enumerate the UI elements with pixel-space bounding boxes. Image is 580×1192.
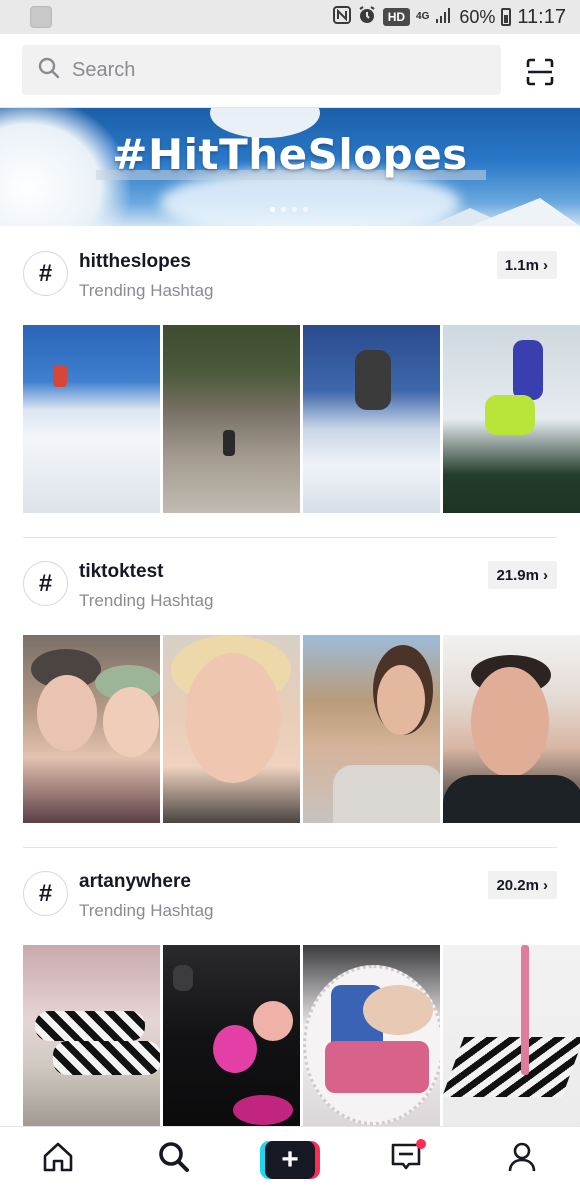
banner-pagination <box>270 207 308 212</box>
profile-icon <box>504 1139 540 1180</box>
pagination-dot <box>270 207 275 212</box>
hashtag-icon: # <box>23 871 68 916</box>
battery-percent: 60% <box>459 6 496 27</box>
chevron-right-icon: › <box>543 876 548 894</box>
hashtag-section: # tiktoktest Trending Hashtag 21.9m › <box>0 537 580 823</box>
hashtag-header[interactable]: # tiktoktest Trending Hashtag 21.9m › <box>0 537 580 635</box>
pagination-dot <box>292 207 297 212</box>
hashtag-header[interactable]: # artanywhere Trending Hashtag 20.2m › <box>0 847 580 945</box>
video-thumbnail[interactable] <box>303 945 440 1133</box>
clock: 11:17 <box>517 5 566 28</box>
search-icon <box>38 57 72 84</box>
video-thumbnails <box>0 325 580 513</box>
search-icon <box>156 1139 192 1180</box>
video-thumbnail[interactable] <box>163 635 300 823</box>
scan-icon <box>522 58 558 94</box>
scan-button[interactable] <box>522 54 558 90</box>
nav-discover[interactable] <box>144 1130 204 1190</box>
video-thumbnail[interactable] <box>443 635 580 823</box>
create-button[interactable]: + <box>260 1140 320 1179</box>
video-thumbnail[interactable] <box>23 325 160 513</box>
banner-title: #HitTheSlopes <box>112 130 468 179</box>
nav-home[interactable] <box>28 1130 88 1190</box>
hashtag-subtitle: Trending Hashtag <box>79 281 214 300</box>
hashtag-name: tiktoktest <box>79 561 164 582</box>
plus-icon: + <box>265 1140 315 1179</box>
chevron-right-icon: › <box>543 256 548 274</box>
view-count-badge[interactable]: 21.9m › <box>488 561 557 589</box>
nav-profile[interactable] <box>492 1130 552 1190</box>
hashtag-subtitle: Trending Hashtag <box>79 591 214 610</box>
hashtag-subtitle: Trending Hashtag <box>79 901 214 920</box>
nav-inbox[interactable] <box>376 1130 436 1190</box>
video-thumbnail[interactable] <box>443 945 580 1133</box>
view-count: 21.9m <box>496 566 539 584</box>
search-header <box>0 34 580 108</box>
featured-banner[interactable]: #HitTheSlopes <box>0 108 580 226</box>
video-thumbnail[interactable] <box>163 325 300 513</box>
notification-dot <box>416 1138 426 1149</box>
video-thumbnail[interactable] <box>443 325 580 513</box>
hashtag-section: # hittheslopes Trending Hashtag 1.1m › <box>0 227 580 513</box>
video-thumbnail[interactable] <box>303 635 440 823</box>
view-count-badge[interactable]: 1.1m › <box>496 251 557 279</box>
video-thumbnail[interactable] <box>23 945 160 1133</box>
view-count-badge[interactable]: 20.2m › <box>488 871 557 899</box>
video-thumbnail[interactable] <box>23 635 160 823</box>
view-count: 20.2m <box>496 876 539 894</box>
video-thumbnail[interactable] <box>163 945 300 1133</box>
video-thumbnail[interactable] <box>303 325 440 513</box>
bottom-navigation: + <box>0 1126 580 1192</box>
view-count: 1.1m <box>504 256 539 274</box>
nav-create[interactable]: + <box>260 1130 320 1190</box>
pagination-dot <box>281 207 286 212</box>
home-icon <box>40 1139 76 1180</box>
chevron-right-icon: › <box>543 566 548 584</box>
network-type: 4G <box>416 11 430 22</box>
hd-badge: HD <box>382 8 411 26</box>
search-input[interactable] <box>72 58 452 82</box>
video-thumbnails <box>0 945 580 1133</box>
search-bar[interactable] <box>22 45 501 95</box>
video-thumbnails <box>0 635 580 823</box>
status-bar: HD 4G 60% 11:17 <box>0 0 580 34</box>
banner-mountain <box>470 198 580 226</box>
hashtag-icon: # <box>23 251 68 296</box>
hashtag-header[interactable]: # hittheslopes Trending Hashtag 1.1m › <box>0 227 580 325</box>
hashtag-name: hittheslopes <box>79 251 191 272</box>
hashtag-name: artanywhere <box>79 871 191 892</box>
signal-icon <box>435 6 453 29</box>
pagination-dot <box>303 207 308 212</box>
nfc-icon <box>332 5 351 29</box>
alarm-icon <box>357 5 377 30</box>
hashtag-section: # artanywhere Trending Hashtag 20.2m › <box>0 847 580 1133</box>
notification-app-icon <box>30 6 52 28</box>
battery-icon <box>501 8 512 26</box>
hashtag-icon: # <box>23 561 68 606</box>
